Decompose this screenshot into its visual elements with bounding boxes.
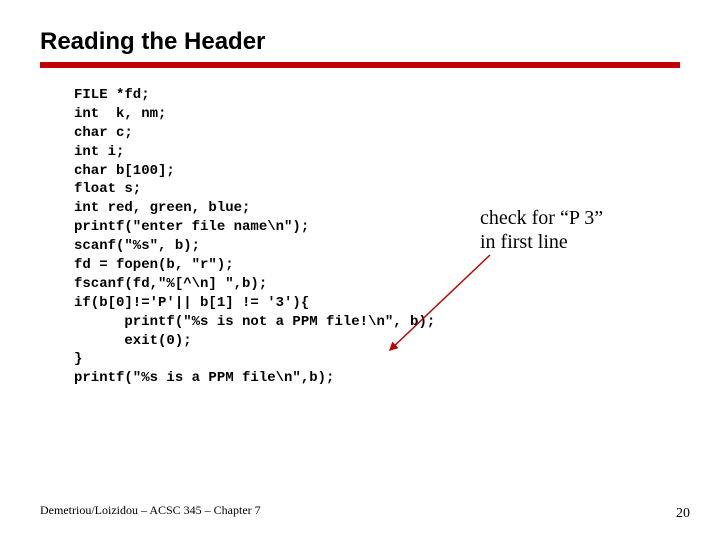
slide: Reading the Header FILE *fd; int k, nm; … <box>0 0 720 540</box>
footer-credits: Demetriou/Loizidou – ACSC 345 – Chapter … <box>40 503 261 518</box>
annotation-line-2: in first line <box>480 231 568 253</box>
annotation-text: check for “P 3” in first line <box>480 206 603 254</box>
title-underline <box>40 62 680 68</box>
annotation-line-1: check for “P 3” <box>480 207 603 229</box>
page-number: 20 <box>676 506 690 522</box>
slide-title: Reading the Header <box>40 28 680 56</box>
